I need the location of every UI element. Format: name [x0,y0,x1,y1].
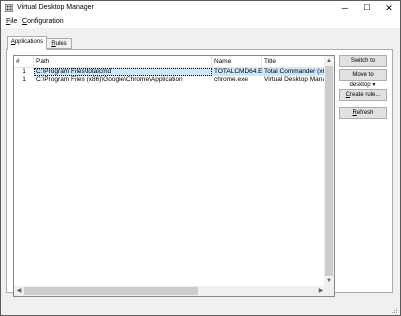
vertical-scrollbar[interactable]: ▲ ▼ [324,56,334,286]
scroll-left-arrow-icon[interactable]: ◀ [14,286,24,296]
cell-path: C:\Program Files\totalcmd [34,68,212,76]
scroll-up-arrow-icon[interactable]: ▲ [324,56,334,66]
horizontal-scroll-thumb[interactable] [24,287,198,295]
cell-title: Virtual Desktop Manager [264,76,326,83]
horizontal-scrollbar[interactable]: ◀ ▶ [14,286,326,296]
maximize-button[interactable]: ☐ [356,1,378,15]
column-header-number[interactable]: # [14,56,34,67]
app-icon [5,4,13,12]
close-button[interactable]: ✕ [378,1,400,15]
cell-path: C:\Program Files (x86)\Google\Chrome\App… [36,76,183,83]
menu-file[interactable]: File [6,18,17,25]
create-rule-label: reate rule... [349,92,381,98]
cell-title: Total Commander (x64) [262,68,326,76]
window-title: Virtual Desktop Manager [17,4,94,11]
menu-bar: File Configuration [1,15,400,29]
minimize-button[interactable]: ─ [334,1,356,15]
switch-to-button[interactable]: Switch to [339,55,387,67]
refresh-label: efresh [356,110,374,116]
move-to-desktop-button[interactable]: Move to desktop▼ [339,69,387,88]
refresh-button[interactable]: Refresh [339,107,387,119]
scrollbar-corner [324,286,334,296]
column-header-path[interactable]: Path [34,56,212,67]
cell-name: chrome.exe [214,76,248,83]
menu-configuration[interactable]: Configuration [22,18,64,25]
list-header: # Path Name Title [14,56,326,68]
cell-number: 1 [22,68,26,75]
vertical-scroll-thumb[interactable] [325,66,333,276]
column-header-title[interactable]: Title [262,56,326,67]
tab-rules-label: ules [55,41,67,47]
tab-rules[interactable]: Rules [46,38,72,49]
cell-name: TOTALCMD64.EXE [212,68,262,76]
main-window: Virtual Desktop Manager ─ ☐ ✕ File Confi… [0,0,401,316]
column-header-name[interactable]: Name [212,56,262,67]
move-to-desktop-label: Move to desktop [349,72,374,88]
tab-applications[interactable]: Applications [7,36,47,50]
status-bar [1,307,400,315]
resize-grip-icon[interactable] [390,308,398,314]
menu-configuration-label: onfiguration [27,18,64,25]
table-row[interactable]: 1 C:\Program Files (x86)\Google\Chrome\A… [14,76,326,84]
table-row[interactable]: 1 C:\Program Files\totalcmd TOTALCMD64.E… [14,68,326,76]
applications-list[interactable]: # Path Name Title 1 C:\Program Files\tot… [13,55,335,297]
dropdown-arrow-icon: ▼ [371,82,377,88]
create-rule-button[interactable]: Create rule... [339,89,387,101]
menu-file-label: ile [10,18,18,25]
cell-number: 1 [22,76,26,83]
title-bar[interactable]: Virtual Desktop Manager ─ ☐ ✕ [1,1,400,15]
scroll-down-arrow-icon[interactable]: ▼ [324,276,334,286]
tab-applications-label: pplications [14,39,44,45]
